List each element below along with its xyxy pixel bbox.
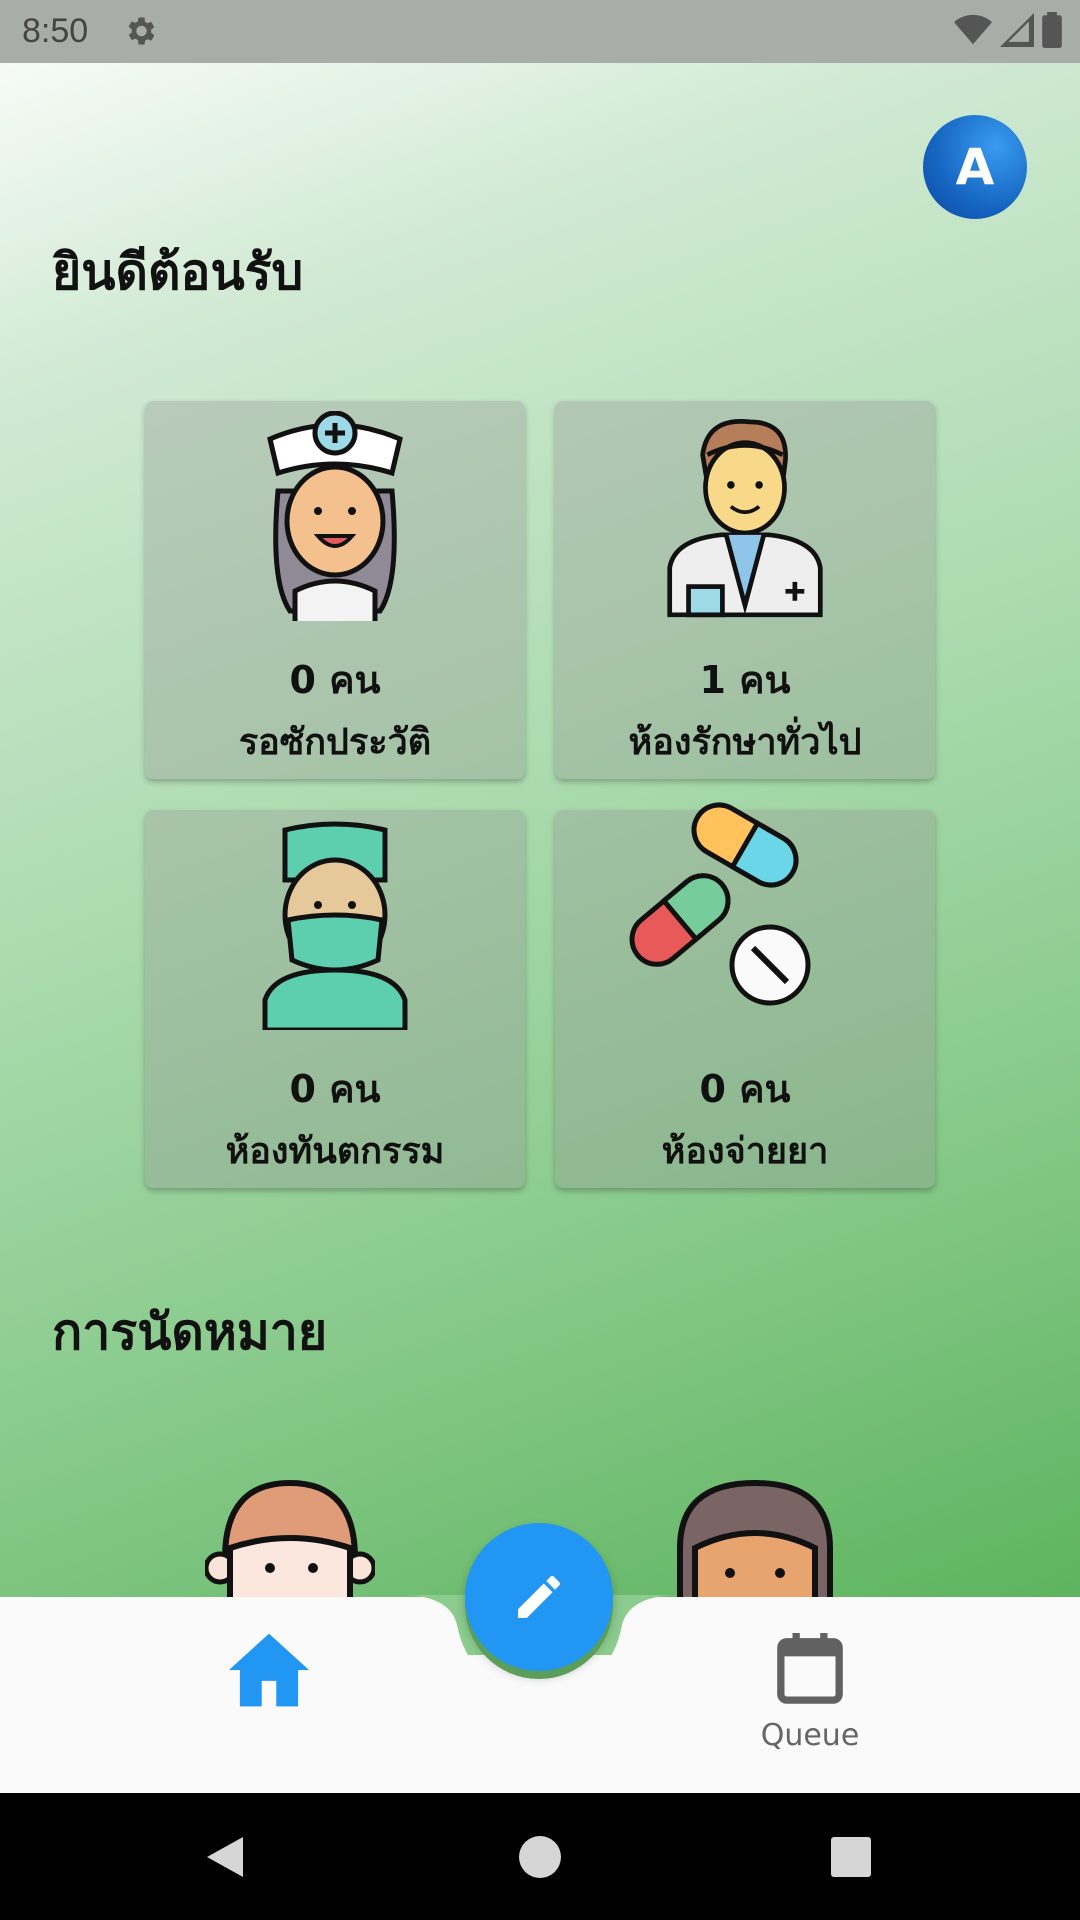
- card-label: ห้องรักษาทั่วไป: [628, 722, 862, 763]
- card-label: รอซักประวัติ: [238, 722, 432, 763]
- card-dental-room[interactable]: 0 คน ห้องทันตกรรม: [145, 810, 525, 1188]
- recents-icon[interactable]: [831, 1837, 871, 1877]
- card-pharmacy-room[interactable]: 0 คน ห้องจ่ายยา: [555, 802, 935, 1188]
- appointments-heading: การนัดหมาย: [52, 1303, 328, 1361]
- pills-icon: [629, 802, 811, 1006]
- patient-avatar-icon[interactable]: [205, 1478, 375, 1598]
- calendar-icon: [777, 1633, 843, 1704]
- status-time: 8:50: [22, 12, 89, 50]
- status-bar: 8:50: [0, 0, 1080, 63]
- card-general-room[interactable]: 1 คน ห้องรักษาทั่วไป: [555, 401, 935, 779]
- home-circle-icon[interactable]: [519, 1836, 561, 1878]
- edit-icon: [518, 1575, 560, 1618]
- nurse-icon: [267, 411, 403, 621]
- back-icon[interactable]: [203, 1833, 247, 1881]
- user-avatar[interactable]: A: [923, 115, 1027, 219]
- signal-icon: [1000, 13, 1034, 47]
- home-screen: A ยินดีต้อนรับ 0 คน รอซักประวัติ 1 คน ห้…: [0, 63, 1080, 1598]
- home-icon: [229, 1633, 309, 1707]
- patient-avatar-icon[interactable]: [675, 1478, 835, 1598]
- card-label: ห้องทันตกรรม: [225, 1131, 445, 1172]
- welcome-heading: ยินดีต้อนรับ: [52, 243, 304, 301]
- dentist-icon: [262, 821, 408, 1030]
- card-history-waiting[interactable]: 0 คน รอซักประวัติ: [145, 401, 525, 779]
- edit-fab-button[interactable]: [465, 1523, 613, 1671]
- card-count: 0 คน: [289, 658, 381, 702]
- card-label: ห้องจ่ายยา: [661, 1131, 829, 1172]
- nav-queue-label: Queue: [760, 1718, 860, 1753]
- doctor-icon: [667, 419, 823, 618]
- nav-queue-button[interactable]: Queue: [740, 1630, 880, 1760]
- nav-home-button[interactable]: [225, 1630, 313, 1710]
- settings-gear-icon: [128, 17, 155, 45]
- wifi-icon: [954, 14, 992, 45]
- card-count: 0 คน: [699, 1067, 791, 1111]
- system-navigation-bar: [0, 1793, 1080, 1920]
- card-count: 1 คน: [699, 658, 791, 702]
- battery-icon: [1042, 12, 1062, 48]
- card-count: 0 คน: [289, 1067, 381, 1111]
